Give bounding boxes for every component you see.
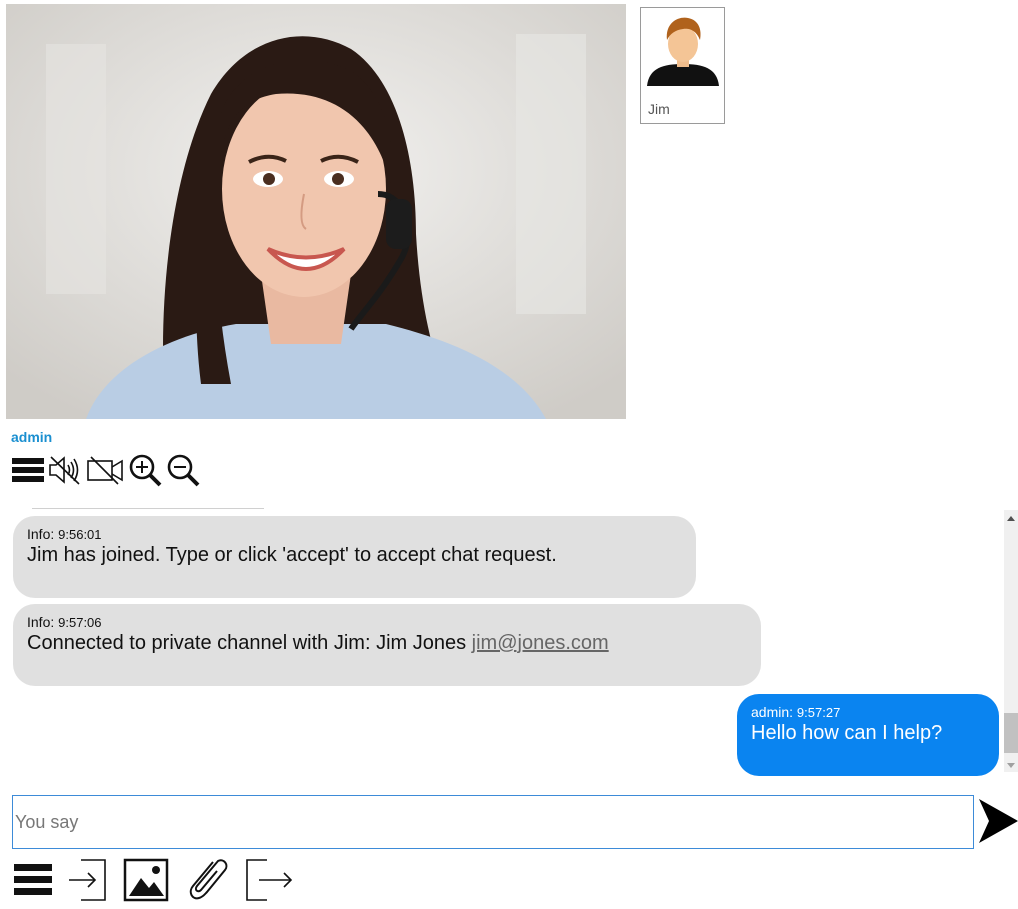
zoom-in-icon[interactable] (127, 452, 163, 493)
email-link[interactable]: jim@jones.com (472, 632, 609, 654)
chat-message-own: admin: 9:57:27 Hello how can I help? (737, 694, 999, 776)
message-text: Hello how can I help? (751, 722, 943, 744)
menu-icon[interactable] (13, 859, 53, 906)
chat-scrollbar[interactable] (1004, 510, 1018, 772)
message-sender: Info: (27, 614, 55, 630)
message-sender: Info: (27, 526, 55, 542)
login-icon[interactable] (67, 857, 109, 908)
send-icon[interactable] (977, 797, 1018, 850)
scroll-down-arrow-icon[interactable] (1007, 763, 1015, 768)
message-text: Jim has joined. Type or click 'accept' t… (27, 544, 557, 566)
chat-message-info: Info: 9:57:06 Connected to private chann… (13, 604, 761, 686)
remote-participant-name: Jim (648, 101, 670, 117)
user-avatar-icon (647, 17, 719, 86)
divider (32, 508, 264, 509)
media-controls (11, 452, 203, 492)
image-icon[interactable] (123, 857, 169, 908)
chat-input[interactable] (12, 795, 974, 849)
camera-off-icon[interactable] (85, 453, 125, 492)
agent-video-image (6, 4, 626, 419)
speaker-muted-icon[interactable] (47, 453, 83, 492)
chat-message-info: Info: 9:56:01 Jim has joined. Type or cl… (13, 516, 696, 598)
message-text: Connected to private channel with Jim: J… (27, 632, 472, 654)
paperclip-icon[interactable] (183, 856, 231, 909)
bottom-toolbar (13, 858, 309, 906)
logout-icon[interactable] (245, 857, 295, 908)
message-time: 9:57:27 (796, 705, 841, 720)
scrollbar-thumb[interactable] (1004, 713, 1018, 753)
message-sender: admin: (751, 704, 794, 720)
zoom-out-icon[interactable] (165, 452, 201, 493)
main-video (6, 4, 626, 419)
remote-participant-card[interactable]: Jim (640, 7, 725, 124)
menu-icon[interactable] (11, 454, 45, 491)
chat-window[interactable]: Info: 9:56:01 Jim has joined. Type or cl… (0, 500, 1018, 782)
local-participant-name: admin (11, 429, 53, 445)
message-time: 9:56:01 (58, 527, 102, 542)
message-time: 9:57:06 (58, 615, 102, 630)
scroll-up-arrow-icon[interactable] (1007, 516, 1015, 521)
